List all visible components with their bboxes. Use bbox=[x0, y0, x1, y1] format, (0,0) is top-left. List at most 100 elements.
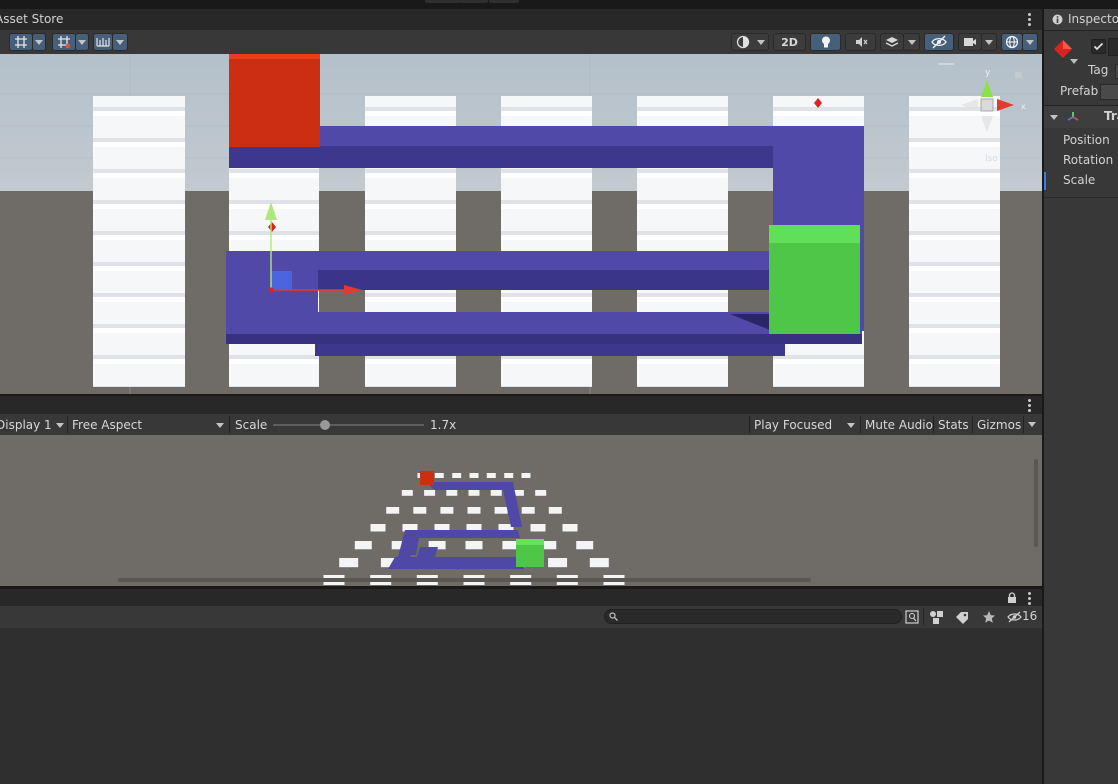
chevron-down-icon bbox=[985, 39, 993, 45]
divider bbox=[972, 416, 973, 433]
project-breadcrumb-row bbox=[0, 628, 1042, 649]
gizmos-dropdown[interactable] bbox=[1022, 33, 1038, 51]
draw-mode-button[interactable] bbox=[731, 33, 769, 51]
project-content-area[interactable] bbox=[0, 648, 1042, 784]
favorites-star-icon[interactable] bbox=[982, 610, 996, 624]
display-select[interactable]: Display 1 bbox=[0, 415, 66, 434]
camera-icon bbox=[964, 38, 976, 46]
label-tag-icon[interactable] bbox=[955, 610, 969, 624]
scene-camera-dropdown[interactable] bbox=[981, 33, 997, 51]
inspector-tab[interactable]: Inspector bbox=[1044, 9, 1118, 31]
game-wall-tile bbox=[401, 490, 413, 496]
grid-visibility-dropdown[interactable] bbox=[75, 33, 89, 51]
shading-mode-icon bbox=[736, 35, 749, 49]
grid-visibility-button[interactable] bbox=[52, 33, 76, 51]
filter-by-type-icon[interactable] bbox=[929, 610, 944, 624]
game-vertical-scrollbar[interactable] bbox=[1034, 459, 1038, 547]
gizmos-button[interactable] bbox=[1001, 33, 1023, 51]
lightbulb-icon bbox=[821, 36, 830, 48]
play-mode-select[interactable]: Play Focused bbox=[754, 415, 858, 434]
hidden-packages-icon[interactable] bbox=[1007, 611, 1022, 623]
chevron-down-icon bbox=[78, 39, 86, 45]
game-wall-tile bbox=[504, 473, 514, 478]
transform-component-header[interactable]: Transform bbox=[1044, 106, 1118, 128]
editor-top-strip bbox=[0, 0, 1118, 9]
increment-snap-button[interactable] bbox=[93, 33, 113, 51]
game-wall-tile bbox=[576, 541, 594, 550]
chevron-down-icon bbox=[216, 423, 224, 428]
project-panel-menu-icon[interactable] bbox=[1028, 592, 1031, 607]
globe-icon bbox=[1005, 35, 1019, 49]
ruler-icon bbox=[96, 38, 110, 47]
game-wall-tile bbox=[562, 524, 578, 532]
gizmos-dropdown-arrow[interactable] bbox=[1028, 415, 1038, 434]
checkmark-icon bbox=[1093, 42, 1104, 51]
audio-toggle-button[interactable] bbox=[845, 33, 876, 51]
game-wall-tile bbox=[467, 507, 481, 514]
divider bbox=[1044, 197, 1118, 198]
prefab-open-button[interactable] bbox=[1100, 84, 1118, 100]
start-block[interactable] bbox=[229, 54, 320, 147]
scale-label[interactable]: Scale bbox=[1063, 173, 1095, 187]
scale-label: Scale bbox=[235, 417, 268, 432]
active-checkbox[interactable] bbox=[1091, 39, 1106, 54]
game-wall-tile bbox=[339, 558, 359, 568]
chevron-down-icon bbox=[1026, 39, 1034, 45]
effects-dropdown[interactable] bbox=[903, 33, 920, 51]
scene-panel-menu-icon[interactable] bbox=[1028, 13, 1031, 28]
game-start-block[interactable] bbox=[420, 471, 434, 485]
project-search-field[interactable] bbox=[604, 609, 902, 624]
chevron-down-icon bbox=[847, 423, 855, 428]
game-wall-tile bbox=[521, 473, 531, 478]
chevron-down-icon[interactable] bbox=[1070, 59, 1078, 64]
game-wall-tile bbox=[490, 490, 502, 496]
game-horizontal-scrollbar[interactable] bbox=[118, 578, 811, 582]
object-name-field[interactable] bbox=[1108, 38, 1118, 56]
game-panel-menu-icon[interactable] bbox=[1028, 399, 1031, 414]
divider bbox=[923, 608, 924, 625]
game-wall-tile bbox=[354, 541, 372, 550]
chevron-down-icon bbox=[1028, 422, 1036, 427]
gizmos-toggle[interactable]: Gizmos bbox=[977, 415, 1021, 434]
display-label: Display 1 bbox=[0, 417, 52, 432]
prefab-label: Prefab bbox=[1060, 84, 1099, 98]
game-wall-tile bbox=[434, 473, 444, 478]
effects-toggle-button[interactable] bbox=[880, 33, 904, 51]
lighting-toggle-button[interactable] bbox=[810, 33, 841, 51]
game-view[interactable] bbox=[0, 435, 1042, 586]
mute-audio-button[interactable]: Mute Audio bbox=[865, 415, 933, 434]
chevron-down-icon bbox=[116, 39, 124, 45]
project-toolbar: 16 bbox=[0, 606, 1042, 629]
game-tab-bar bbox=[0, 396, 1042, 414]
chevron-down-icon bbox=[1050, 115, 1058, 120]
inspector-tab-label: Inspector bbox=[1068, 12, 1118, 26]
scale-value: 1.7x bbox=[430, 417, 457, 432]
scene-camera-button[interactable] bbox=[958, 33, 982, 51]
game-wall-tile bbox=[440, 507, 454, 514]
position-label[interactable]: Position bbox=[1063, 133, 1110, 147]
search-by-type-icon[interactable] bbox=[905, 610, 919, 624]
stats-button[interactable]: Stats bbox=[938, 415, 969, 434]
grid-icon bbox=[58, 36, 71, 49]
scene-visibility-button[interactable] bbox=[924, 33, 954, 51]
aspect-select[interactable]: Free Aspect bbox=[72, 415, 226, 434]
grid-snapping-dropdown[interactable] bbox=[32, 33, 46, 51]
lock-icon[interactable] bbox=[1007, 592, 1017, 603]
chevron-down-icon bbox=[907, 39, 916, 45]
grid-snapping-button[interactable] bbox=[9, 33, 33, 51]
toggle-2d-button[interactable]: 2D bbox=[773, 33, 806, 51]
game-wall-tile bbox=[535, 490, 547, 496]
transform-label: Transform bbox=[1104, 109, 1118, 123]
game-wall-tile bbox=[468, 490, 480, 496]
game-wall-tile bbox=[469, 473, 479, 478]
rotation-label[interactable]: Rotation bbox=[1063, 153, 1113, 167]
asset-store-tab[interactable]: Asset Store bbox=[0, 12, 63, 26]
scale-slider-handle[interactable] bbox=[319, 420, 330, 430]
scene-view[interactable]: y x Iso bbox=[0, 54, 1042, 394]
divider bbox=[749, 416, 750, 433]
increment-snap-dropdown[interactable] bbox=[112, 33, 128, 51]
scale-slider[interactable] bbox=[273, 420, 424, 430]
chevron-down-icon bbox=[756, 39, 765, 45]
game-wall-tile bbox=[494, 507, 508, 514]
game-wall-tile bbox=[548, 558, 568, 568]
